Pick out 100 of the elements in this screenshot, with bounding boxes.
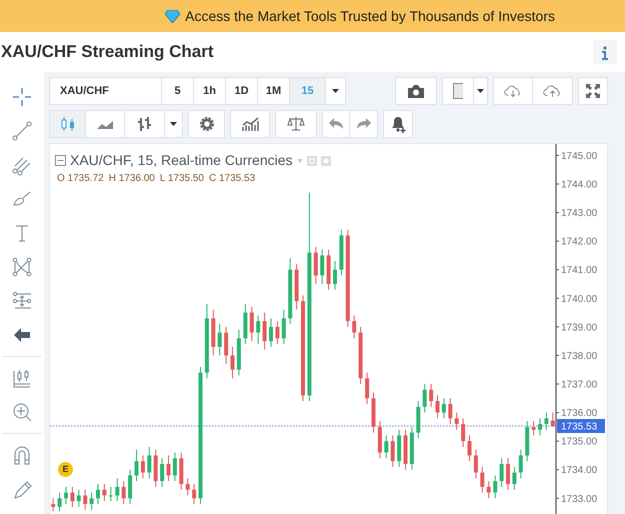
candlestick xyxy=(51,498,56,512)
pattern-icon xyxy=(11,256,33,278)
candlestick xyxy=(448,398,452,424)
info-icon xyxy=(602,46,608,60)
candlestick xyxy=(140,454,145,479)
candlestick xyxy=(454,412,459,430)
candlestick xyxy=(76,489,81,508)
trend-line-icon xyxy=(11,120,33,142)
dropdown-button[interactable] xyxy=(474,77,488,105)
caret-icon xyxy=(332,89,339,93)
candlestick xyxy=(352,314,356,339)
candlestick xyxy=(365,372,370,404)
chart-type-button[interactable] xyxy=(125,110,165,138)
candlestick xyxy=(134,449,138,482)
interval-button[interactable]: 1h xyxy=(194,77,226,105)
ohlc-value: L 1735.50 xyxy=(160,172,204,186)
undo-button[interactable] xyxy=(322,110,350,138)
candlestick xyxy=(186,478,190,496)
price-tick-label: 1742.00 xyxy=(561,236,598,248)
candlestick xyxy=(160,458,164,488)
candlestick xyxy=(275,320,280,344)
price-tick-label: 1738.00 xyxy=(561,350,598,362)
candlestick-icon xyxy=(58,115,76,133)
price-tick-label: 1733.00 xyxy=(561,494,598,505)
chart-type-button[interactable] xyxy=(86,110,125,138)
ohlc-bars-icon xyxy=(136,115,154,133)
compare-button[interactable] xyxy=(275,110,317,138)
current-price-label: 1735.53 xyxy=(557,419,605,433)
candlestick xyxy=(474,449,478,479)
candlestick xyxy=(512,466,516,490)
interval-button[interactable]: 5 xyxy=(162,77,194,105)
collapse-icon[interactable] xyxy=(55,155,66,166)
price-tick-label: 1740.00 xyxy=(561,294,598,305)
upload-button[interactable] xyxy=(533,77,573,105)
candlestick xyxy=(436,394,440,419)
candlestick xyxy=(429,384,434,408)
candlestick xyxy=(192,484,196,504)
chart-type-button[interactable] xyxy=(49,110,86,138)
bar-chart-icon xyxy=(241,115,259,133)
price-tick-label: 1744.00 xyxy=(561,180,598,190)
candlestick xyxy=(108,486,113,502)
candlestick xyxy=(390,434,395,468)
indicators-button[interactable] xyxy=(230,110,270,138)
candlestick xyxy=(147,446,152,479)
candlestick xyxy=(122,480,126,504)
page-title: XAU/CHF Streaming Chart xyxy=(1,42,214,62)
settings-button[interactable] xyxy=(188,110,225,138)
price-tick-label: 1741.00 xyxy=(561,265,598,276)
candlestick xyxy=(128,469,132,504)
screenshot-button[interactable] xyxy=(395,77,437,105)
candlestick xyxy=(333,260,337,290)
event-marker[interactable]: E xyxy=(58,462,73,477)
symbol-field[interactable]: XAU/CHF xyxy=(49,77,162,105)
interval-button[interactable]: 1M xyxy=(258,77,290,105)
ohlc-value: C 1735.53 xyxy=(209,172,256,186)
candlestick xyxy=(218,324,222,356)
candlestick xyxy=(493,474,498,499)
swatch-icon xyxy=(453,83,463,99)
candlestick xyxy=(506,458,510,490)
candlestick xyxy=(320,249,324,284)
ohlc-value: H 1736.00 xyxy=(108,172,155,186)
gear-icon xyxy=(198,115,216,133)
fullscreen-button[interactable] xyxy=(578,77,608,105)
download-button[interactable] xyxy=(493,77,533,105)
candlestick xyxy=(532,420,536,436)
bell-plus-icon xyxy=(389,115,407,133)
ref-line-label: 1735.53 xyxy=(561,422,598,432)
candlestick xyxy=(314,246,318,284)
redo-button[interactable] xyxy=(350,110,378,138)
alert-button[interactable] xyxy=(383,110,413,138)
candlestick xyxy=(90,492,94,510)
diamond-icon xyxy=(165,10,180,22)
price-tick-label: 1736.00 xyxy=(561,408,598,420)
fullscreen-icon xyxy=(586,84,600,98)
price-tick-label: 1745.00 xyxy=(561,150,598,162)
interval-button[interactable]: 1D xyxy=(226,77,258,105)
candlestick xyxy=(269,318,273,348)
zoom-in-icon xyxy=(11,401,33,423)
candlestick xyxy=(461,418,466,448)
candlestick xyxy=(115,478,120,502)
info-button[interactable] xyxy=(593,40,617,64)
camera-icon xyxy=(407,84,425,98)
candlestick xyxy=(538,418,542,436)
chart-legend-title: XAU/CHF, 15, Real-time Currencies xyxy=(70,151,293,170)
price-tick-label: 1743.00 xyxy=(561,208,598,220)
price-tick-label: 1735.00 xyxy=(561,436,598,448)
candlestick xyxy=(550,412,555,428)
caret-icon xyxy=(170,122,177,126)
dropdown-button[interactable] xyxy=(326,77,346,105)
candlestick xyxy=(230,346,234,379)
scales-icon xyxy=(287,115,305,133)
candlestick xyxy=(544,412,548,430)
dropdown-button[interactable] xyxy=(165,110,183,138)
candlestick xyxy=(166,454,170,482)
caret-icon xyxy=(477,89,484,93)
crosshair-icon xyxy=(11,86,33,108)
candlestick xyxy=(256,314,260,344)
candlestick xyxy=(70,486,74,508)
color-picker-button[interactable] xyxy=(442,77,474,105)
candlestick xyxy=(500,458,504,488)
